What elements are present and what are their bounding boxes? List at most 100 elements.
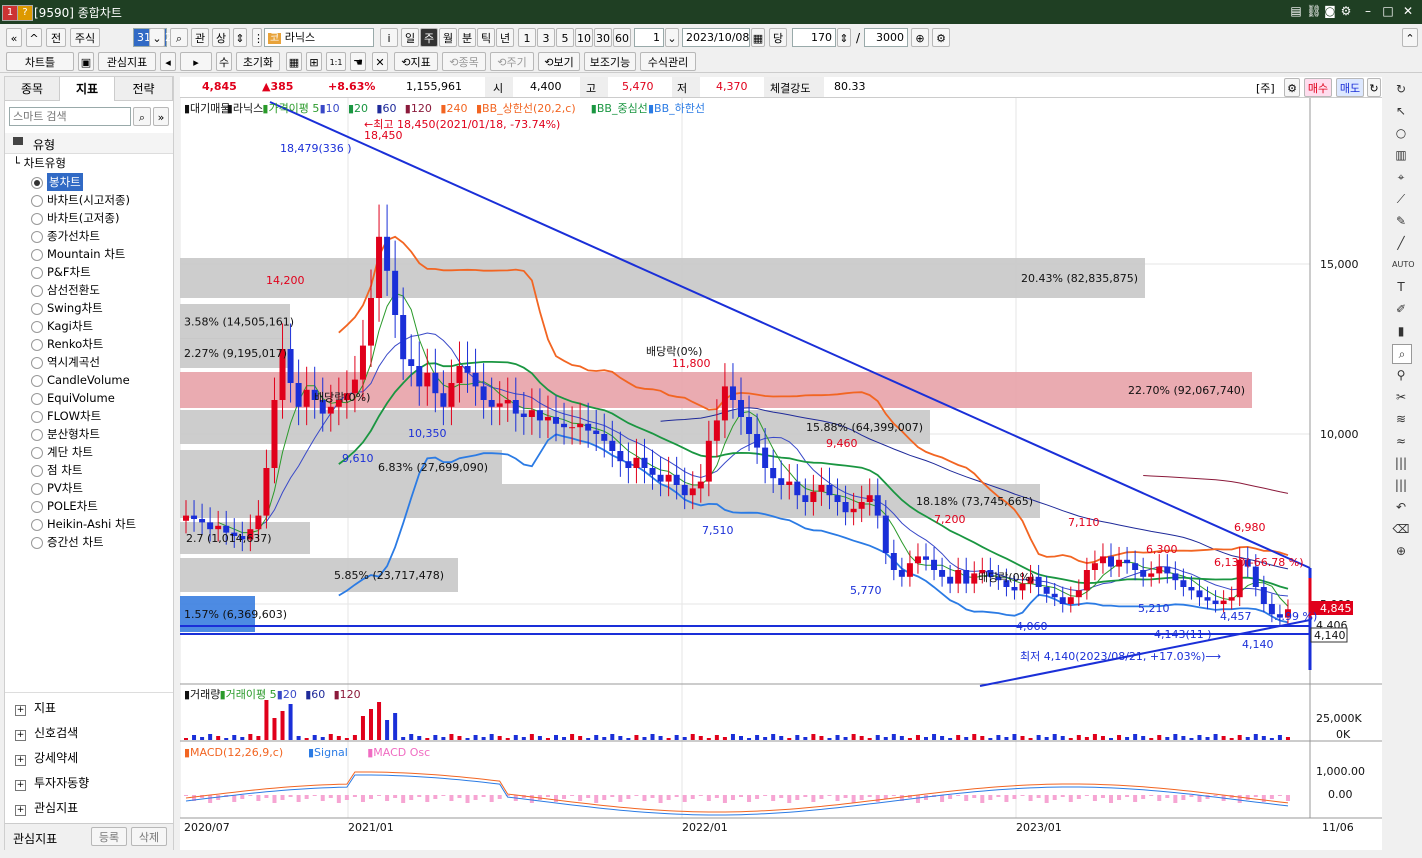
- bars2-icon[interactable]: |||: [1392, 476, 1410, 494]
- brush-icon[interactable]: ✐: [1392, 300, 1410, 318]
- gear-icon[interactable]: ⚙: [1284, 78, 1300, 97]
- up-button[interactable]: ^: [26, 28, 42, 47]
- section-indicator[interactable]: + 지표: [15, 697, 56, 719]
- reset-button[interactable]: 초기화: [236, 52, 280, 71]
- chart-icon[interactable]: ▥: [1392, 146, 1410, 164]
- radio-16[interactable]: [31, 465, 43, 477]
- minute-10[interactable]: 10: [575, 28, 593, 47]
- calendar-icon[interactable]: ▦: [751, 28, 765, 47]
- info-button[interactable]: i: [380, 28, 398, 47]
- zoom-in-icon[interactable]: ⊕: [911, 28, 929, 47]
- radio-17[interactable]: [31, 483, 43, 495]
- magnify-icon[interactable]: ⌕: [1392, 344, 1412, 364]
- prev-prev-button[interactable]: «: [6, 28, 22, 47]
- radio-18[interactable]: [31, 501, 43, 513]
- chart-type-item[interactable]: FLOW차트: [47, 407, 101, 425]
- close-icon[interactable]: ✕: [1400, 3, 1416, 19]
- chart-type-item[interactable]: POLE차트: [47, 497, 98, 515]
- radio-10[interactable]: [31, 357, 43, 369]
- sell-button[interactable]: 매도: [1336, 78, 1364, 97]
- prev-icon[interactable]: ◂: [160, 52, 176, 71]
- radio-14[interactable]: [31, 429, 43, 441]
- cycle-button[interactable]: ⟲주기: [490, 52, 534, 71]
- interval-input[interactable]: 1: [634, 28, 664, 47]
- radio-8[interactable]: [31, 321, 43, 333]
- pen-icon[interactable]: ✎: [1392, 212, 1410, 230]
- next-icon[interactable]: ▸: [180, 52, 212, 71]
- type-button[interactable]: 주식: [70, 28, 100, 47]
- chart-type-item[interactable]: 바차트(시고저종): [47, 191, 130, 209]
- code-dropdown-icon[interactable]: ⌄: [149, 28, 165, 47]
- minute-5[interactable]: 5: [556, 28, 574, 47]
- radio-0[interactable]: [31, 177, 43, 189]
- collapse-icon[interactable]: ⌃: [1402, 28, 1418, 47]
- chart-type-item[interactable]: Mountain 차트: [47, 245, 125, 263]
- search-icon[interactable]: ⌕: [133, 107, 151, 126]
- minute-30[interactable]: 30: [594, 28, 612, 47]
- bars-icon[interactable]: |||: [1392, 454, 1410, 472]
- register-button[interactable]: 등록: [91, 827, 127, 846]
- tab-strategy[interactable]: 전략: [115, 77, 173, 101]
- link-icon[interactable]: ⛓: [1306, 3, 1322, 19]
- refresh-icon[interactable]: ↻: [1367, 78, 1381, 97]
- grid-icon[interactable]: ▦: [286, 52, 302, 71]
- chart-type-item[interactable]: PV차트: [47, 479, 83, 497]
- tree-root[interactable]: └ 차트유형: [13, 155, 66, 171]
- count-input[interactable]: 170: [792, 28, 836, 47]
- section-watch[interactable]: + 관심지표: [15, 797, 78, 819]
- buy-button[interactable]: 매수: [1304, 78, 1332, 97]
- chart-type-item[interactable]: 바차트(고저종): [47, 209, 119, 227]
- sang-button[interactable]: 상: [212, 28, 230, 47]
- layout-icon[interactable]: ⊞: [306, 52, 322, 71]
- chart-type-item[interactable]: 봉차트: [47, 173, 83, 191]
- help-badge[interactable]: ?: [17, 5, 33, 21]
- count-spin-icon[interactable]: ⇕: [837, 28, 851, 47]
- section-strength[interactable]: + 강세약세: [15, 747, 78, 769]
- candle-icon[interactable]: ▮: [1392, 322, 1410, 340]
- formula-button[interactable]: 수식관리: [640, 52, 696, 71]
- period-week[interactable]: 주: [420, 28, 438, 47]
- chart-type-item[interactable]: 종가선차트: [47, 227, 100, 245]
- line-icon[interactable]: ⟋: [1392, 190, 1410, 208]
- radio-5[interactable]: [31, 267, 43, 279]
- radio-2[interactable]: [31, 213, 43, 225]
- circle-icon[interactable]: ○: [1392, 124, 1410, 142]
- camera-icon[interactable]: ◙: [1322, 3, 1338, 19]
- indicator-button[interactable]: ⟲지표: [394, 52, 438, 71]
- count-label-button[interactable]: 당: [769, 28, 787, 47]
- radio-11[interactable]: [31, 375, 43, 387]
- minimize-icon[interactable]: –: [1360, 3, 1376, 19]
- pointer-icon[interactable]: ↖: [1392, 102, 1410, 120]
- smart-search-input[interactable]: [9, 107, 131, 126]
- radio-19[interactable]: [31, 519, 43, 531]
- chart-type-item[interactable]: 증간선 차트: [47, 533, 104, 551]
- chart-type-item[interactable]: Swing차트: [47, 299, 103, 317]
- cross-icon[interactable]: ✕: [372, 52, 388, 71]
- search-icon[interactable]: ⌕: [170, 28, 188, 47]
- text-icon[interactable]: T: [1392, 278, 1410, 296]
- section-signal[interactable]: + 신호검색: [15, 722, 78, 744]
- chart-type-item[interactable]: CandleVolume: [47, 371, 130, 389]
- gear-icon[interactable]: ⚙: [1338, 3, 1354, 19]
- radio-7[interactable]: [31, 303, 43, 315]
- tab-stock[interactable]: 종목: [5, 77, 60, 101]
- watch-indicator-button[interactable]: 관심지표: [98, 52, 156, 71]
- tab-indicator[interactable]: 지표: [60, 77, 115, 101]
- zoom-icon[interactable]: ⚲: [1392, 366, 1410, 384]
- period-day[interactable]: 일: [401, 28, 419, 47]
- spin-icon[interactable]: ⇕: [233, 28, 247, 47]
- stock-name-field[interactable]: 코 라닉스: [264, 28, 374, 47]
- settings-icon[interactable]: ⚙: [932, 28, 950, 47]
- diagonal-line-icon[interactable]: ╱: [1392, 234, 1410, 252]
- radio-12[interactable]: [31, 393, 43, 405]
- delete-button[interactable]: 삭제: [131, 827, 167, 846]
- interval-dropdown-icon[interactable]: ⌄: [665, 28, 679, 47]
- minute-1[interactable]: 1: [518, 28, 536, 47]
- chart-type-item[interactable]: 점 차트: [47, 461, 82, 479]
- stock-button[interactable]: ⟲종목: [442, 52, 486, 71]
- su-button[interactable]: 수: [216, 52, 232, 71]
- search-zoom-icon[interactable]: ⊕: [1392, 542, 1410, 560]
- memo-icon[interactable]: ▤: [1288, 3, 1304, 19]
- undo-icon[interactable]: ↶: [1392, 498, 1410, 516]
- scissors-icon[interactable]: ✂: [1392, 388, 1410, 406]
